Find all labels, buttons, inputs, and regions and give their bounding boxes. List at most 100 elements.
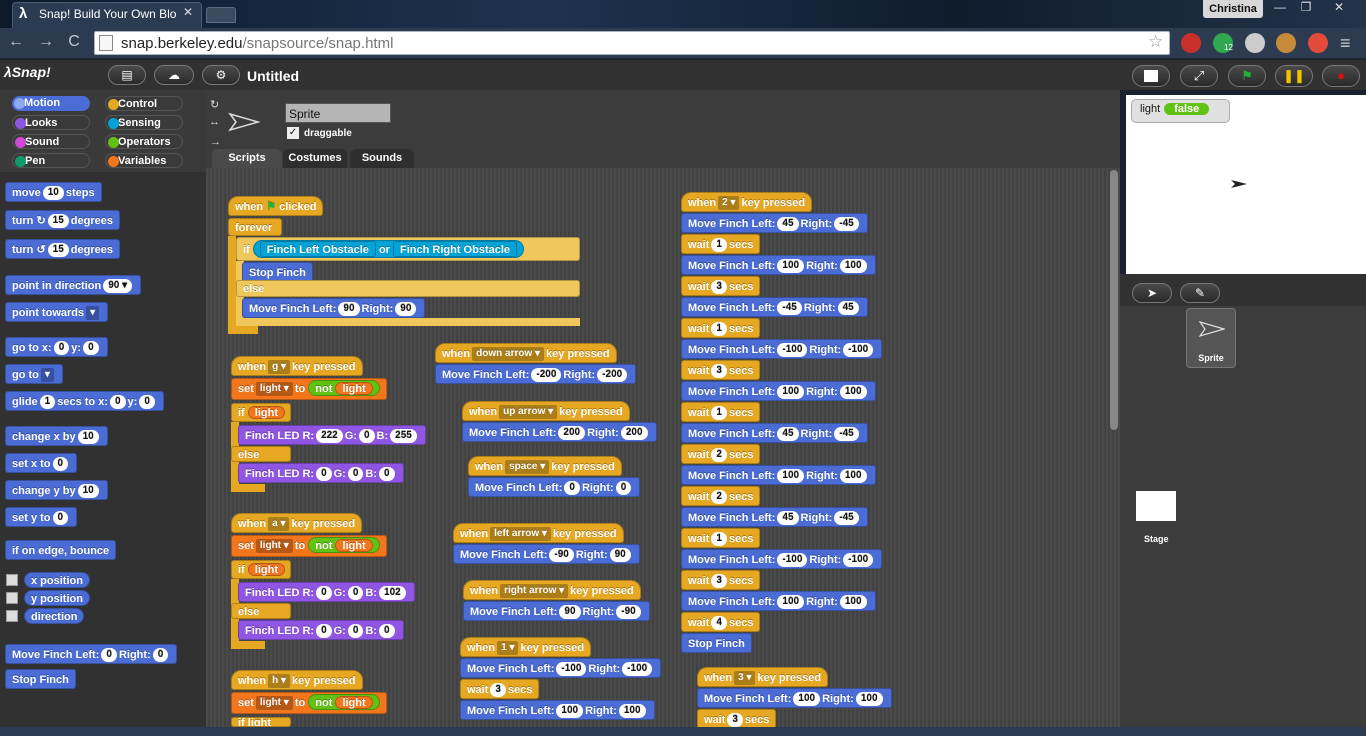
move-finch-block[interactable]: Move Finch Left: 45 Right: -45 <box>681 423 868 443</box>
block-slot[interactable]: 1 <box>711 406 727 421</box>
tab-close-icon[interactable]: ✕ <box>183 5 193 19</box>
when-g-key-hat[interactable]: when g ▾ key pressed <box>231 356 363 376</box>
if-else-block[interactable]: if light <box>231 560 291 579</box>
block-slot[interactable]: 3 <box>727 713 743 728</box>
when-up-arrow-hat[interactable]: when up arrow ▾ key pressed <box>462 401 630 421</box>
block-slot[interactable]: -45 <box>777 301 802 316</box>
scripts-vertical-scrollbar[interactable] <box>1110 170 1118 430</box>
move-finch-block[interactable]: Move Finch Left: 100 Right: 100 <box>697 688 892 708</box>
stage-thumbnail[interactable] <box>1136 491 1176 521</box>
block-slot[interactable]: 100 <box>556 704 584 719</box>
set-light-block[interactable]: set light ▾ to not light <box>231 535 387 557</box>
browser-tab[interactable]: Snap! Build Your Own Blo <box>12 2 202 28</box>
block-slot[interactable]: 90 <box>338 302 360 317</box>
if-else-block[interactable]: if Finch Left Obstacle or Finch Right Ob… <box>236 237 580 261</box>
block-slot[interactable]: 2 <box>711 448 727 463</box>
block-slot[interactable]: 102 <box>379 586 406 601</box>
move-finch-block[interactable]: Move Finch Left: 90 Right: 90 <box>242 298 426 318</box>
category-motion[interactable]: Motion <box>12 96 90 111</box>
stop-finch-block[interactable]: Stop Finch <box>681 633 752 653</box>
palette-set-x-block[interactable]: set x to 0 <box>5 453 78 473</box>
sprite-name-input[interactable]: Sprite <box>285 103 391 123</box>
block-slot[interactable]: 0 <box>316 586 332 601</box>
palette-goto-xy-block[interactable]: go to x: 0 y: 0 <box>5 337 108 357</box>
light-variable[interactable]: light <box>335 539 373 552</box>
wait-block[interactable]: wait 1 secs <box>681 402 761 422</box>
block-slot[interactable]: 10 <box>42 186 64 201</box>
snap-logo[interactable]: λSnap! <box>4 64 51 80</box>
wait-block[interactable]: wait 1 secs <box>681 234 761 254</box>
category-looks[interactable]: Looks <box>12 115 90 130</box>
block-slot[interactable]: 100 <box>777 385 805 400</box>
back-button[interactable]: ← <box>6 33 26 51</box>
move-finch-block[interactable]: Move Finch Left: 100 Right: 100 <box>681 381 876 401</box>
block-slot[interactable]: 3 <box>711 280 727 295</box>
forward-button[interactable]: → <box>36 33 56 51</box>
new-tab-button[interactable] <box>206 7 236 23</box>
pause-button[interactable]: ❚❚ <box>1275 65 1313 87</box>
block-slot[interactable]: 0 <box>347 467 364 482</box>
bookmark-star-icon[interactable]: ☆ <box>1148 32 1163 52</box>
block-dropdown[interactable]: ▾ <box>86 306 100 321</box>
extension-green-icon[interactable]: 12 <box>1213 33 1233 53</box>
wait-block[interactable]: wait 1 secs <box>681 318 761 338</box>
when-left-arrow-hat[interactable]: when left arrow ▾ key pressed <box>453 523 624 543</box>
if-else-block[interactable]: if light <box>231 403 291 422</box>
block-slot[interactable]: 0 <box>358 429 375 444</box>
palette-move-block[interactable]: move 10 steps <box>5 182 102 202</box>
var-dropdown[interactable]: light ▾ <box>255 382 293 397</box>
block-slot[interactable]: 100 <box>839 259 867 274</box>
block-slot[interactable]: 90 <box>609 548 631 563</box>
block-slot[interactable]: -90 <box>616 605 641 620</box>
block-slot[interactable]: 0 <box>109 395 126 410</box>
file-menu-button[interactable]: ▤ <box>108 65 146 85</box>
fullscreen-button[interactable]: ⤢ <box>1180 65 1218 87</box>
block-slot[interactable]: 200 <box>620 426 648 441</box>
block-slot[interactable]: 255 <box>390 429 417 444</box>
address-bar[interactable]: snap.berkeley.edu/snapsource/snap.html <box>94 31 1170 55</box>
paint-new-sprite-button[interactable]: ✎ <box>1180 283 1220 303</box>
block-slot[interactable]: 15 <box>47 243 69 258</box>
reload-button[interactable]: C <box>64 33 84 51</box>
light-variable[interactable]: light <box>335 382 373 395</box>
draggable-checkbox[interactable]: ✓ <box>287 127 299 139</box>
tab-scripts[interactable]: Scripts <box>212 149 282 168</box>
when-h-key-hat[interactable]: when h ▾ key pressed <box>231 670 363 690</box>
key-dropdown[interactable]: 2 ▾ <box>718 196 740 211</box>
wait-block[interactable]: wait 3 secs <box>460 679 540 699</box>
palette-point-direction-block[interactable]: point in direction 90 ▾ <box>5 275 142 295</box>
wait-block[interactable]: wait 3 secs <box>697 709 777 729</box>
block-slot[interactable]: -100 <box>777 553 808 568</box>
block-slot[interactable]: 90 ▾ <box>103 279 133 294</box>
block-slot[interactable]: 10 <box>77 484 99 499</box>
block-slot[interactable]: -45 <box>834 511 859 526</box>
finch-left-obstacle-reporter[interactable]: Finch Left Obstacle <box>259 241 376 257</box>
when-right-arrow-hat[interactable]: when right arrow ▾ key pressed <box>463 580 641 600</box>
cloud-menu-button[interactable]: ☁ <box>154 65 194 85</box>
move-finch-block[interactable]: Move Finch Left: -100 Right: -100 <box>681 339 883 359</box>
palette-turn-cw-block[interactable]: turn ↻ 15 degrees <box>5 210 120 230</box>
extension-chrome-icon[interactable] <box>1308 33 1328 53</box>
when-flag-clicked-hat[interactable]: when ⚑ clicked <box>228 196 324 216</box>
block-slot[interactable]: 45 <box>837 301 859 316</box>
maximize-button[interactable]: ❐ <box>1293 0 1319 18</box>
move-finch-block[interactable]: Move Finch Left: 45 Right: -45 <box>681 213 868 233</box>
key-dropdown[interactable]: space ▾ <box>505 460 550 475</box>
key-dropdown[interactable]: right arrow ▾ <box>500 584 569 599</box>
key-dropdown[interactable]: left arrow ▾ <box>490 527 551 542</box>
move-finch-block[interactable]: Move Finch Left: 90 Right: -90 <box>463 601 650 621</box>
direction-checkbox[interactable] <box>6 610 18 622</box>
move-finch-block[interactable]: Move Finch Left: 100 Right: 100 <box>460 700 655 720</box>
move-finch-block[interactable]: Move Finch Left: 0 Right: 0 <box>468 477 641 497</box>
block-slot[interactable]: 3 <box>711 574 727 589</box>
extension-adblock-icon[interactable] <box>1181 33 1201 53</box>
palette-finch-move-block[interactable]: Move Finch Left: 0 Right: 0 <box>5 644 178 664</box>
key-dropdown[interactable]: a ▾ <box>268 517 290 532</box>
block-slot[interactable]: 200 <box>558 426 586 441</box>
block-slot[interactable]: 1 <box>711 532 727 547</box>
wait-block[interactable]: wait 3 secs <box>681 276 761 296</box>
not-operator[interactable]: not light <box>308 537 380 553</box>
light-variable[interactable]: light <box>335 696 373 709</box>
block-slot[interactable]: 100 <box>777 469 805 484</box>
block-slot[interactable]: 222 <box>316 429 343 444</box>
